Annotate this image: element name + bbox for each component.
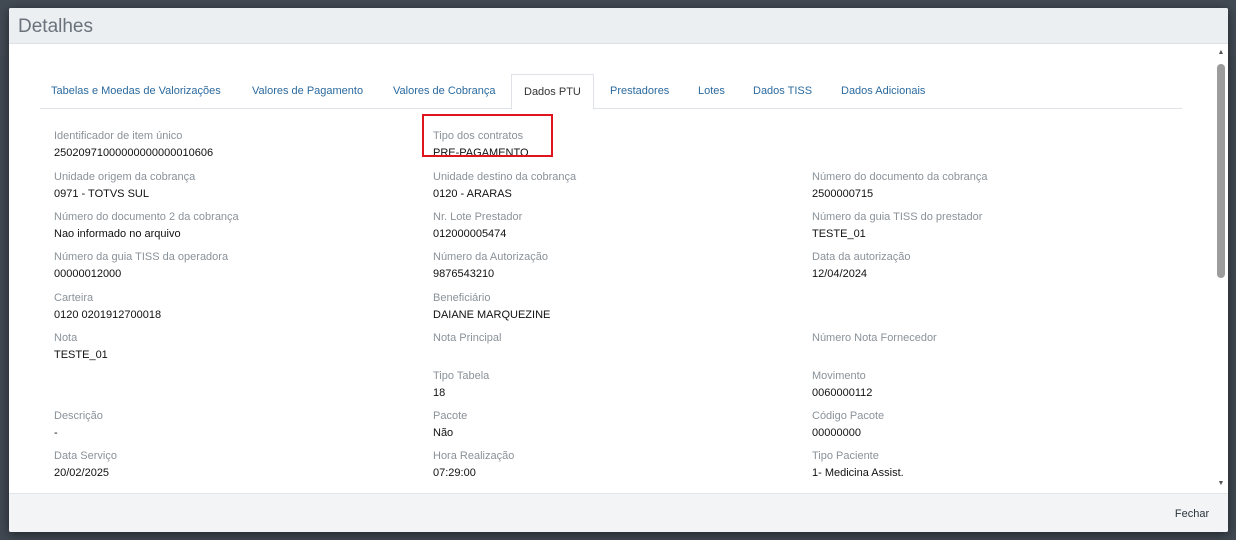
field-label: Movimento	[812, 370, 866, 382]
field-value: 2500000715	[812, 188, 874, 200]
details-modal: Detalhes Tabelas e Moedas de Valorizaçõe…	[9, 8, 1228, 532]
field-guia-tiss-prestador: Número da guia TISS do prestador TESTE_0…	[812, 211, 982, 240]
field-num-nota-fornecedor: Número Nota Fornecedor	[812, 332, 937, 349]
field-label: Nr. Lote Prestador	[433, 211, 523, 223]
field-label: Data Serviço	[54, 450, 117, 462]
field-label: Carteira	[54, 292, 94, 304]
field-label: Número da guia TISS da operadora	[54, 251, 229, 263]
field-unidade-destino: Unidade destino da cobrança 0120 - ARARA…	[433, 171, 576, 200]
modal-body: Tabelas e Moedas de Valorizações Valores…	[9, 44, 1228, 493]
field-value: 1- Medicina Assist.	[812, 467, 904, 479]
field-label: Número da guia TISS do prestador	[812, 211, 983, 223]
field-value: 012000005474	[433, 228, 507, 240]
modal-title: Detalhes	[18, 16, 93, 37]
close-button[interactable]: Fechar	[1164, 500, 1220, 527]
field-value: -	[54, 427, 58, 439]
field-label: Nota Principal	[433, 332, 502, 344]
field-value: 18	[433, 387, 446, 399]
field-value: DAIANE MARQUEZINE	[433, 309, 551, 321]
field-label: Tipo Tabela	[433, 370, 490, 382]
tab-valores-pagamento[interactable]: Valores de Pagamento	[252, 74, 363, 109]
field-pacote: Pacote Não	[433, 410, 467, 439]
field-value: TESTE_01	[54, 349, 108, 361]
field-movimento: Movimento 0060000112	[812, 370, 872, 399]
field-label: Número do documento 2 da cobrança	[54, 211, 239, 223]
field-value: Nao informado no arquivo	[54, 228, 181, 240]
scroll-thumb[interactable]	[1217, 64, 1225, 278]
field-identificador: Identificador de item único 250209710000…	[54, 130, 213, 159]
tab-lotes[interactable]: Lotes	[698, 74, 725, 109]
field-value: TESTE_01	[812, 228, 866, 240]
field-codigo-pacote: Código Pacote 00000000	[812, 410, 884, 439]
scroll-up-arrow-icon[interactable]: ▲	[1214, 46, 1228, 60]
tab-dados-tiss[interactable]: Dados TISS	[753, 74, 812, 109]
field-label: Número Nota Fornecedor	[812, 332, 937, 344]
field-label: Nota	[54, 332, 78, 344]
field-data-servico: Data Serviço 20/02/2025	[54, 450, 117, 479]
field-hora-realizacao: Hora Realização 07:29:00	[433, 450, 514, 479]
vertical-scrollbar[interactable]: ▲ ▼	[1214, 44, 1228, 493]
field-value: 0120 0201912700018	[54, 309, 162, 321]
field-value: 20/02/2025	[54, 467, 110, 479]
scroll-down-arrow-icon[interactable]: ▼	[1214, 477, 1228, 491]
field-value: 07:29:00	[433, 467, 476, 479]
field-label: Descrição	[54, 410, 103, 422]
field-value: Não	[433, 427, 454, 439]
field-label: Número da Autorização	[433, 251, 548, 263]
tab-dados-ptu[interactable]: Dados PTU	[511, 74, 594, 110]
field-guia-tiss-operadora: Número da guia TISS da operadora 0000001…	[54, 251, 228, 280]
field-beneficiario: Beneficiário DAIANE MARQUEZINE	[433, 292, 550, 321]
field-label: Tipo Paciente	[812, 450, 879, 462]
field-unidade-origem: Unidade origem da cobrança 0971 - TOTVS …	[54, 171, 195, 200]
field-label: Unidade destino da cobrança	[433, 171, 577, 183]
field-label: Pacote	[433, 410, 468, 422]
tab-bar: Tabelas e Moedas de Valorizações Valores…	[40, 74, 1182, 110]
field-value: 25020971000000000000010606	[54, 147, 214, 159]
field-label: Data da autorização	[812, 251, 911, 263]
field-value: 0120 - ARARAS	[433, 188, 512, 200]
highlight-box	[422, 114, 553, 157]
field-data-autorizacao: Data da autorização 12/04/2024	[812, 251, 910, 280]
field-lote-prestador: Nr. Lote Prestador 012000005474	[433, 211, 522, 240]
field-label: Unidade origem da cobrança	[54, 171, 196, 183]
tab-dados-adicionais[interactable]: Dados Adicionais	[841, 74, 925, 109]
field-label: Beneficiário	[433, 292, 491, 304]
modal-header: Detalhes	[9, 8, 1228, 44]
tab-valores-cobranca[interactable]: Valores de Cobrança	[393, 74, 496, 109]
field-tipo-tabela: Tipo Tabela 18	[433, 370, 489, 399]
field-tipo-paciente: Tipo Paciente 1- Medicina Assist.	[812, 450, 904, 479]
modal-footer: Fechar	[9, 493, 1228, 532]
field-num-doc-cobranca: Número do documento da cobrança 25000007…	[812, 171, 988, 200]
field-label: Código Pacote	[812, 410, 885, 422]
field-nota: Nota TESTE_01	[54, 332, 108, 361]
field-label: Hora Realização	[433, 450, 515, 462]
tab-tabelas-moedas[interactable]: Tabelas e Moedas de Valorizações	[51, 74, 221, 109]
field-nota-principal: Nota Principal	[433, 332, 501, 349]
field-descricao: Descrição -	[54, 410, 103, 439]
tab-prestadores[interactable]: Prestadores	[610, 74, 669, 109]
field-label: Número do documento da cobrança	[812, 171, 988, 183]
field-label: Identificador de item único	[54, 130, 183, 142]
field-value: 12/04/2024	[812, 268, 868, 280]
field-carteira: Carteira 0120 0201912700018	[54, 292, 161, 321]
field-value: 00000012000	[54, 268, 122, 280]
field-num-autorizacao: Número da Autorização 9876543210	[433, 251, 548, 280]
field-value: 9876543210	[433, 268, 495, 280]
field-num-doc2-cobranca: Número do documento 2 da cobrança Nao in…	[54, 211, 239, 240]
field-value: 0060000112	[812, 387, 873, 399]
field-value: 0971 - TOTVS SUL	[54, 188, 149, 200]
field-value: 00000000	[812, 427, 861, 439]
